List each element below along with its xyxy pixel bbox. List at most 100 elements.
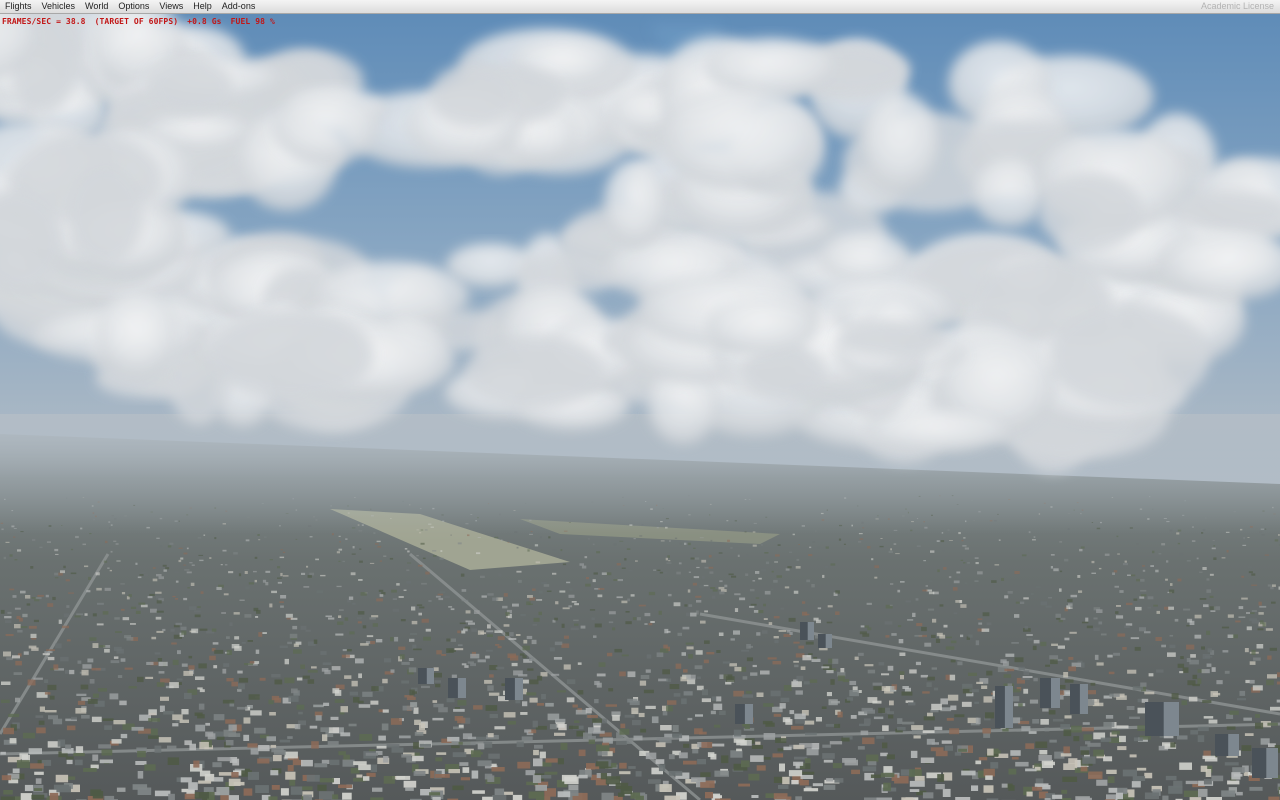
city-block [867, 546, 871, 549]
city-block [6, 657, 13, 661]
city-block [184, 569, 190, 571]
city-block [135, 610, 141, 614]
city-block [1183, 608, 1191, 611]
city-block [66, 725, 76, 731]
city-block [130, 623, 136, 625]
menu-views[interactable]: Views [155, 0, 189, 13]
city-block [1237, 698, 1246, 701]
city-block [1236, 791, 1243, 796]
city-block [334, 690, 342, 696]
city-block [1012, 696, 1020, 702]
city-block [1189, 659, 1199, 665]
city-block [225, 719, 236, 724]
city-block [934, 726, 943, 731]
city-block [120, 658, 126, 662]
city-block [1059, 684, 1066, 689]
city-block [1192, 683, 1200, 687]
city-block [1142, 569, 1146, 572]
city-block [574, 603, 579, 606]
city-block [1156, 669, 1164, 673]
city-block [862, 766, 877, 772]
menu-flights[interactable]: Flights [0, 0, 38, 13]
city-block [1115, 611, 1119, 614]
city-block [784, 559, 789, 561]
city-block [44, 651, 53, 654]
city-block [779, 703, 786, 709]
city-block [763, 603, 766, 607]
city-block [710, 710, 716, 715]
menu-world[interactable]: World [81, 0, 114, 13]
city-block [300, 625, 307, 630]
city-block [371, 686, 379, 692]
city-block [664, 733, 673, 738]
city-block [238, 677, 249, 683]
city-block [532, 624, 537, 626]
city-block [991, 580, 997, 583]
city-block [608, 688, 614, 692]
city-block [791, 780, 799, 785]
city-block [198, 780, 212, 784]
city-block [532, 588, 536, 591]
city-block [793, 641, 800, 644]
city-block [109, 569, 112, 572]
city-block [70, 572, 77, 575]
city-block [681, 652, 686, 656]
city-block [850, 715, 857, 719]
city-block [193, 760, 200, 768]
menu-help[interactable]: Help [189, 0, 218, 13]
city-block [657, 569, 661, 571]
city-block [787, 566, 792, 569]
city-block [686, 674, 696, 680]
city-block [99, 759, 113, 764]
city-block [448, 769, 460, 774]
city-block [812, 783, 823, 787]
city-block [1081, 727, 1094, 732]
flight-view[interactable] [0, 14, 1280, 800]
city-block [12, 768, 20, 773]
city-block [181, 709, 189, 715]
city-block [359, 560, 363, 563]
menu-options[interactable]: Options [114, 0, 155, 13]
city-block [82, 543, 86, 546]
city-block [63, 565, 66, 569]
city-block [864, 664, 874, 667]
city-block [378, 735, 386, 741]
city-block [619, 771, 631, 775]
city-block [195, 676, 205, 680]
city-block [860, 625, 865, 628]
city-block [83, 768, 97, 772]
city-block [383, 776, 395, 784]
city-block [520, 613, 526, 617]
menu-vehicles[interactable]: Vehicles [38, 0, 82, 13]
city-block [1212, 540, 1215, 542]
city-block [320, 651, 327, 655]
city-block [1115, 615, 1124, 619]
menu-addons[interactable]: Add-ons [218, 0, 262, 13]
city-block [793, 590, 799, 594]
city-block [1210, 691, 1218, 697]
city-block [315, 715, 322, 721]
city-block [601, 572, 607, 575]
city-block [410, 702, 418, 707]
city-block [846, 697, 853, 701]
city-block [352, 602, 356, 605]
city-block [545, 758, 558, 763]
city-block [284, 677, 295, 684]
city-block [63, 613, 70, 618]
city-block [183, 552, 188, 555]
city-block [69, 669, 75, 675]
city-block [1132, 776, 1146, 781]
city-block [1180, 656, 1184, 660]
city-block [280, 788, 289, 796]
city-block [1106, 769, 1117, 774]
city-block [248, 694, 260, 700]
city-block [337, 621, 344, 625]
city-block [1011, 642, 1019, 644]
city-block [1221, 557, 1226, 559]
city-block [601, 792, 614, 800]
city-block [811, 658, 821, 662]
city-block [156, 600, 162, 604]
city-block [320, 727, 330, 732]
city-block [688, 571, 691, 573]
city-block [199, 741, 209, 750]
